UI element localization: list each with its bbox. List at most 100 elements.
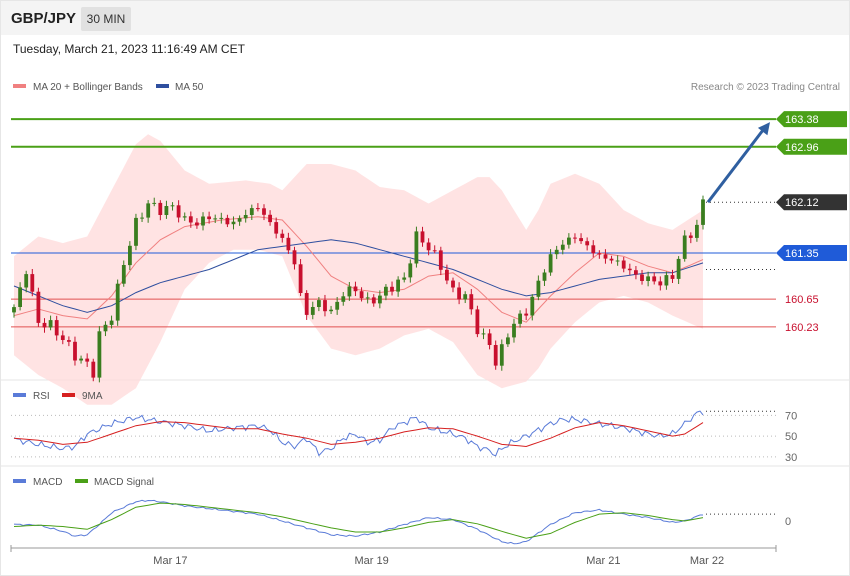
candle-body (701, 199, 705, 225)
candle-body (378, 295, 382, 304)
candle-body (634, 270, 638, 275)
candle-body (170, 205, 175, 207)
candle-body (414, 231, 419, 264)
candle-body (658, 281, 663, 286)
candle-body (652, 276, 657, 282)
candle-body (256, 208, 260, 210)
rsi-tick-30: 30 (785, 452, 797, 464)
rsi-tick-50: 50 (785, 431, 797, 443)
candle-body (115, 283, 120, 321)
candle-body (30, 274, 35, 292)
candle-body (152, 202, 157, 204)
candle-body (140, 217, 144, 219)
macd-line (13, 499, 703, 545)
candle-body (603, 254, 608, 259)
candle-body (451, 280, 455, 288)
candle-body (60, 335, 65, 340)
pivot-label: 161.35 (785, 248, 819, 260)
legend-swatch-macd (13, 479, 26, 483)
candle-body (499, 344, 504, 366)
attribution: Research © 2023 Trading Central (691, 82, 840, 93)
last-price-label: 162.12 (785, 197, 819, 209)
candle-body (438, 250, 443, 270)
candle-body (24, 274, 29, 288)
candle-body (347, 286, 352, 297)
candle-body (445, 269, 449, 281)
rsi-9ma-line (13, 421, 704, 448)
candle-body (469, 294, 474, 310)
candle-body (560, 244, 565, 250)
legend-swatch-macd-signal (75, 479, 88, 483)
legend-swatch-9ma (62, 393, 75, 397)
candle-body (54, 320, 59, 336)
candle-body (384, 286, 388, 296)
legend-ma20-label: MA 20 + Bollinger Bands (33, 82, 143, 93)
price-panel: 163.38 162.96 161.35 160.65 160.23 162.12 (11, 111, 847, 405)
candle-body (420, 231, 425, 243)
candle-body (48, 320, 53, 328)
candle-body (237, 218, 242, 222)
candle-body (353, 286, 358, 292)
candle-body (548, 254, 553, 273)
candle-body (341, 296, 346, 302)
candle-body (682, 235, 687, 259)
candle-body (591, 245, 596, 254)
x-tick-label-1: Mar 19 (355, 555, 389, 567)
candle-body (249, 208, 254, 215)
candle-body (231, 221, 236, 225)
rsi-line (13, 410, 704, 457)
candle-body (396, 279, 400, 292)
candle-body (286, 237, 291, 251)
candle-body (85, 358, 90, 362)
macd-tick-0: 0 (785, 516, 791, 528)
candle-body (219, 217, 224, 219)
x-tick-label-3: Mar 22 (690, 555, 724, 567)
candle-body (298, 264, 303, 293)
candle-body (146, 203, 151, 218)
candle-body (262, 208, 266, 215)
candle-body (91, 361, 96, 378)
candle-body (664, 275, 669, 286)
candle-body (688, 235, 693, 238)
candle-body (213, 218, 218, 220)
candle-body (493, 345, 498, 366)
legend-swatch-ma20 (13, 84, 26, 88)
candle-body (609, 258, 614, 261)
candle-body (225, 217, 230, 225)
candle-body (158, 202, 163, 215)
candle-body (207, 216, 211, 220)
candle-body (554, 249, 559, 255)
legend-rsi-label: RSI (33, 391, 50, 402)
candle-body (506, 337, 510, 345)
candle-body (640, 274, 644, 281)
bollinger-band-area (14, 134, 703, 405)
candle-body (176, 205, 181, 218)
candle-body (73, 341, 77, 361)
candle-body (371, 297, 376, 304)
forecast-arrow-shaft (706, 125, 768, 204)
candle-body (518, 313, 522, 324)
candle-body (512, 323, 516, 338)
candle-body (585, 241, 590, 246)
x-tick-label-0: Mar 17 (153, 555, 187, 567)
candle-body (79, 358, 83, 361)
candle-body (695, 224, 699, 238)
candle-body (109, 320, 114, 325)
candle-body (164, 206, 169, 215)
candle-body (42, 322, 47, 328)
legend-swatch-rsi (13, 393, 26, 397)
candle-body (335, 301, 340, 310)
candle-body (201, 216, 205, 226)
candle-body (487, 333, 492, 345)
candle-body (36, 291, 41, 323)
candle-body (243, 215, 248, 219)
candle-body (646, 276, 650, 281)
candle-body (597, 253, 602, 255)
candle-body (432, 250, 437, 252)
candle-body (481, 333, 486, 335)
candle-body (304, 293, 309, 315)
candle-body (475, 309, 480, 335)
candle-body (182, 216, 187, 218)
legend-macd-signal-label: MACD Signal (94, 477, 154, 488)
candle-body (615, 260, 620, 262)
